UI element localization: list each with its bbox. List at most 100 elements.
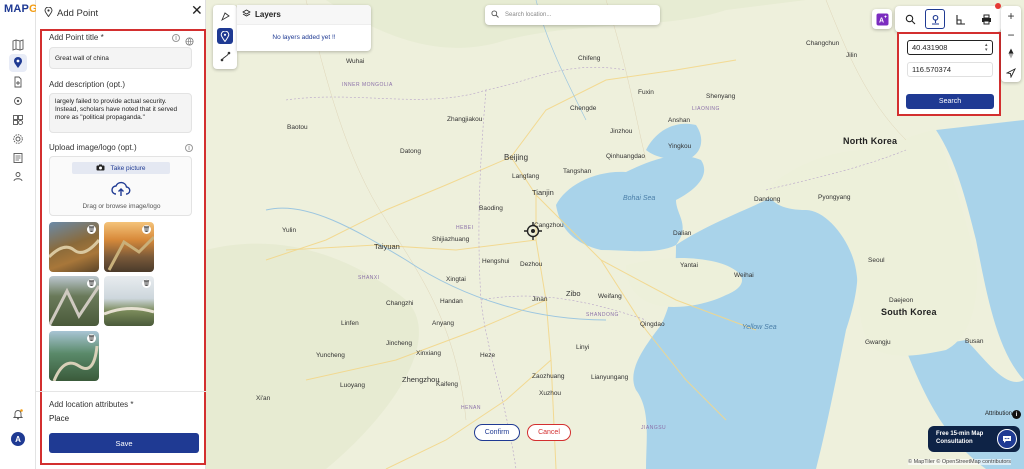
info-icon[interactable]: i [172, 34, 180, 42]
delete-icon[interactable]: 🗑 [142, 279, 151, 288]
target-marker-icon[interactable] [524, 222, 542, 245]
map-label: Xinxiang [416, 350, 441, 357]
location-pin-icon[interactable] [9, 54, 27, 72]
map-label: Datong [400, 148, 421, 155]
map-label: Zhangjiakou [447, 116, 483, 123]
layers-grid-icon[interactable] [9, 111, 27, 129]
divider [36, 391, 206, 392]
description-textarea[interactable]: largely failed to provide actual securit… [49, 93, 192, 133]
province-label: SHANXI [358, 275, 380, 281]
map-label: Anshan [668, 117, 691, 124]
close-icon[interactable]: ✕ [191, 3, 203, 17]
delete-icon[interactable]: 🗑 [87, 279, 96, 288]
share-icon[interactable] [9, 168, 27, 186]
thumbnail-image[interactable]: 🗑 [104, 276, 154, 326]
map-label: Baotou [287, 124, 308, 131]
map-label: Pyongyang [818, 194, 851, 201]
avatar[interactable]: A [11, 432, 25, 446]
delete-icon[interactable]: 🗑 [87, 334, 96, 343]
thumbnail-image[interactable]: 🗑 [49, 222, 99, 272]
save-button[interactable]: Save [49, 433, 199, 453]
map-label: Dezhou [520, 261, 543, 268]
map-label: Handan [440, 298, 463, 305]
compass-icon[interactable] [1001, 44, 1021, 63]
layers-popup: Layers No layers added yet !! [237, 5, 371, 51]
zoom-in-button[interactable]: + [1001, 6, 1021, 25]
map-label: Jinzhou [610, 128, 633, 135]
search-icon[interactable] [900, 9, 920, 29]
map-label: Dalian [673, 230, 692, 237]
thumbnail-image[interactable]: 🗑 [49, 276, 99, 326]
map-label: Changchun [806, 40, 840, 47]
map-label: Xingtai [446, 276, 466, 283]
map-icon[interactable] [9, 36, 27, 54]
gear-icon[interactable] [9, 130, 27, 148]
province-label: HEBEI [456, 225, 474, 231]
map-copyright[interactable]: © MapTiler © OpenStreetMap contributors [908, 459, 1011, 465]
map-label: Beijing [504, 153, 529, 162]
map-label: Wuhai [346, 58, 365, 65]
coordinate-pin-icon[interactable] [925, 9, 945, 29]
coordinate-search-panel: 40.431908 ▴ ▾ 116.570374 Search [897, 32, 1001, 116]
stepper-icon[interactable]: ▴ ▾ [985, 43, 988, 53]
map-label: Yuncheng [316, 352, 345, 359]
map-label: Xuzhou [539, 390, 562, 397]
camera-icon [96, 164, 105, 173]
map-label: Busan [965, 338, 984, 345]
route-icon[interactable] [217, 48, 233, 64]
panel-header: Add Point [44, 6, 204, 20]
map-label: Kaifeng [436, 381, 459, 388]
province-label: LIAONING [692, 106, 720, 112]
map-label: Chifeng [578, 55, 601, 62]
delete-icon[interactable]: 🗑 [142, 225, 151, 234]
location-pin-icon [44, 6, 53, 20]
search-location-input[interactable]: Search location... [485, 5, 660, 25]
take-picture-button[interactable]: Take picture [72, 162, 170, 174]
map-label: Shenyang [706, 93, 736, 100]
chat-icon[interactable] [997, 429, 1017, 449]
panel-title: Add Point [57, 7, 99, 19]
file-add-icon[interactable] [9, 73, 27, 91]
drag-browse-text: Drag or browse image/logo [82, 203, 161, 210]
delete-icon[interactable]: 🗑 [87, 225, 96, 234]
longitude-input[interactable]: 116.570374 [907, 62, 993, 77]
zoom-out-button[interactable]: − [1001, 25, 1021, 44]
point-title-input[interactable]: Great wall of china [49, 47, 192, 69]
print-icon[interactable] [976, 9, 996, 29]
ai-assistant-button[interactable]: A [872, 9, 892, 29]
map-label: Qinhuangdao [606, 153, 646, 160]
bell-icon[interactable] [9, 405, 27, 423]
locate-me-icon[interactable] [1001, 63, 1021, 82]
attribution-label[interactable]: Attribution [985, 411, 1012, 417]
info-icon[interactable]: i [1012, 410, 1021, 419]
description-label: Add description (opt.) [49, 80, 126, 89]
info-icon[interactable]: i [185, 144, 193, 152]
country-label: North Korea [843, 136, 898, 146]
cancel-button[interactable]: Cancel [527, 424, 571, 441]
location-pin-icon[interactable] [217, 28, 233, 44]
upload-label: Upload image/logo (opt.) [49, 143, 137, 152]
attributes-value[interactable]: Place [49, 414, 69, 423]
map-label: Xi'an [256, 395, 271, 402]
map-label: Weihai [734, 272, 754, 279]
map-label: Linfen [341, 320, 359, 327]
consultation-widget[interactable]: Free 15-min Map Consultation [928, 426, 1020, 452]
map-label: Yulin [282, 227, 297, 234]
coordinate-search-button[interactable]: Search [906, 94, 994, 109]
list-icon[interactable] [9, 149, 27, 167]
draw-shape-icon[interactable] [217, 8, 233, 24]
layers-empty-text: No layers added yet !! [272, 34, 336, 41]
upload-dropzone[interactable]: Take picture Drag or browse image/logo [49, 156, 192, 216]
layers-header[interactable]: Layers [237, 5, 371, 25]
latitude-input[interactable]: 40.431908 [907, 40, 993, 55]
app-logo[interactable]: MAPG [4, 3, 38, 15]
confirm-button[interactable]: Confirm [474, 424, 520, 441]
measure-icon[interactable] [950, 9, 970, 29]
map-label: Seoul [868, 257, 885, 264]
country-label: South Korea [881, 307, 937, 317]
zoom-controls: + − [1001, 6, 1021, 82]
thumbnail-image[interactable]: 🗑 [104, 222, 154, 272]
settings-icon[interactable] [9, 92, 27, 110]
thumbnail-image[interactable]: 🗑 [49, 331, 99, 381]
map-label: Zaozhuang [532, 373, 565, 380]
